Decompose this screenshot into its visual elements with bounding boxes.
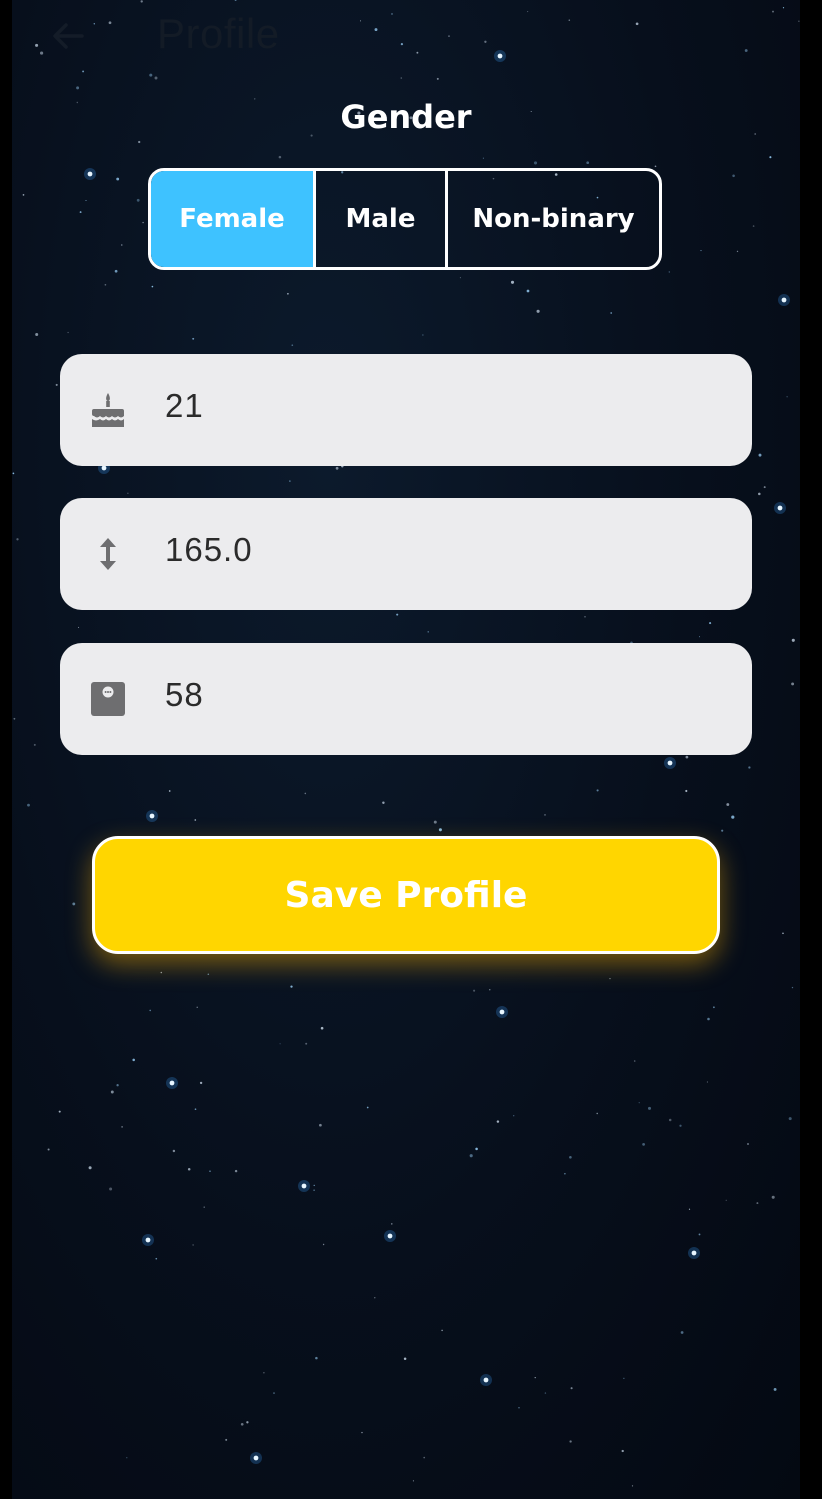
save-profile-label: Save Profile [284,874,528,916]
gender-option-female[interactable]: Female [151,171,313,267]
screen: Profile Gender Female Male Non-binary 21… [12,0,800,1499]
birthday-cake-icon [88,390,128,430]
height-value: 165.0 [165,531,253,568]
gender-option-non-binary[interactable]: Non-binary [445,171,659,267]
gender-label: Gender [340,98,472,136]
weight-scale-icon [88,679,128,719]
app-bar: Profile [12,0,800,72]
page-title: Profile [157,10,280,57]
gender-option-male[interactable]: Male [313,171,445,267]
weight-value: 58 [165,676,204,713]
back-button[interactable] [46,14,90,58]
gender-segmented-control: Female Male Non-binary [148,168,662,270]
save-profile-button[interactable]: Save Profile [92,836,720,954]
weight-field[interactable]: 58 [60,643,752,755]
height-field[interactable]: 165.0 [60,498,752,610]
arrow-left-icon [53,23,84,49]
age-field[interactable]: 21 [60,354,752,466]
vertical-arrows-icon [88,534,128,574]
age-value: 21 [165,387,204,424]
